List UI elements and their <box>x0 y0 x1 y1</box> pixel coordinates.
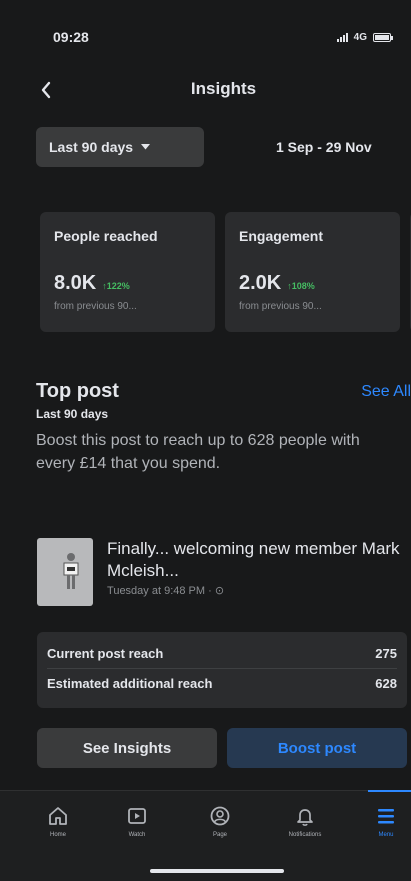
card-delta: ↑122% <box>102 281 130 291</box>
post-thumbnail <box>37 538 94 606</box>
reach-value: 628 <box>375 676 397 691</box>
tab-notifications[interactable]: Notifications <box>275 805 335 838</box>
date-range-selected: Last 90 days <box>49 139 134 155</box>
reach-value: 275 <box>375 645 397 661</box>
boost-description: Boost this post to reach up to 628 peopl… <box>36 432 360 472</box>
tab-label: Watch <box>128 832 146 838</box>
date-range-row: Last 90 days 1 Sep - 29 Nov <box>36 126 411 168</box>
reach-label: Current post reach <box>47 645 164 661</box>
card-subtitle: from previous 90... <box>239 301 322 312</box>
metric-cards: People reached 8.0K ↑122% from previous … <box>40 212 411 332</box>
tab-label: Page <box>212 832 227 838</box>
status-time: 09:28 <box>53 29 89 45</box>
bell-icon <box>297 809 313 826</box>
page-icon <box>210 806 230 826</box>
post-timestamp: Tuesday at 9:48 PM · ⊙ <box>107 585 225 597</box>
page-title: Insights <box>190 79 257 98</box>
top-post-section: Top post See All Last 90 days Boost this… <box>36 380 411 475</box>
tab-label: Menu <box>378 832 394 838</box>
estimated-reach-row: Estimated additional reach 628 <box>47 668 397 698</box>
status-icons: 4G <box>336 31 393 43</box>
engagement-card[interactable]: Engagement 2.0K ↑108% from previous 90..… <box>225 212 400 332</box>
signal-icon <box>336 32 348 42</box>
nav-header: Insights <box>0 70 411 110</box>
top-post-item[interactable]: Finally... welcoming new member Mark Mcl… <box>37 538 411 608</box>
card-title: People reached <box>54 228 158 244</box>
bottom-tab-bar: Home Watch Page Notifications Menu <box>0 790 411 881</box>
tab-watch[interactable]: Watch <box>107 805 167 838</box>
tab-home[interactable]: Home <box>28 805 88 838</box>
section-period: Last 90 days <box>36 407 109 421</box>
see-insights-button[interactable]: See Insights <box>37 728 217 768</box>
home-indicator <box>150 869 284 873</box>
tab-menu[interactable]: Menu <box>356 805 411 838</box>
date-range-dropdown[interactable]: Last 90 days <box>36 127 204 167</box>
tab-label: Notifications <box>288 832 322 838</box>
date-range-text: 1 Sep - 29 Nov <box>276 139 372 155</box>
card-delta: ↑108% <box>287 281 315 291</box>
card-value: 8.0K <box>54 272 97 294</box>
post-title: Finally... welcoming new member Mark Mcl… <box>107 539 400 580</box>
section-title: Top post <box>36 380 119 402</box>
home-icon <box>49 807 67 825</box>
battery-icon <box>373 32 393 42</box>
menu-icon <box>378 809 394 824</box>
post-actions: See Insights Boost post <box>37 728 411 768</box>
tab-page[interactable]: Page <box>190 805 250 838</box>
boost-post-button[interactable]: Boost post <box>227 728 407 768</box>
post-image-icon <box>63 553 79 589</box>
caret-down-icon <box>141 144 151 150</box>
active-tab-indicator <box>368 790 411 792</box>
current-reach-row: Current post reach 275 <box>47 638 397 668</box>
see-all-link[interactable]: See All <box>361 383 411 401</box>
card-value: 2.0K <box>239 272 282 294</box>
reach-stats: Current post reach 275 Estimated additio… <box>37 632 407 708</box>
network-label: 4G <box>353 31 367 43</box>
people-reached-card[interactable]: People reached 8.0K ↑122% from previous … <box>40 212 215 332</box>
card-subtitle: from previous 90... <box>54 301 137 312</box>
status-bar: 09:28 4G <box>0 0 411 66</box>
watch-icon <box>128 808 146 824</box>
card-title: Engagement <box>239 228 324 244</box>
reach-label: Estimated additional reach <box>47 676 213 691</box>
tab-label: Home <box>49 832 66 838</box>
